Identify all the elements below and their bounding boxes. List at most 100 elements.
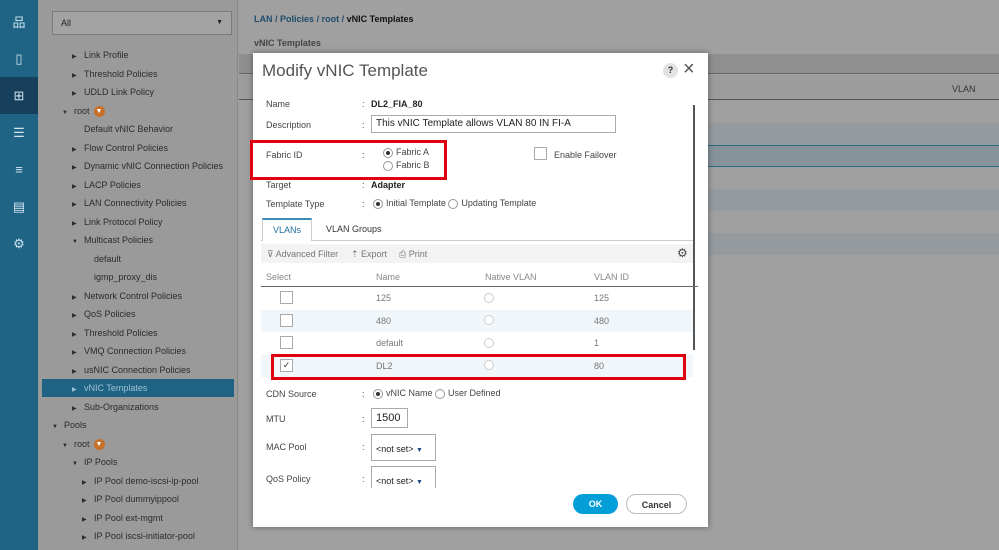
initial-template-radio[interactable]: Initial Template: [373, 198, 446, 209]
caret-down-icon[interactable]: ▼: [62, 104, 74, 122]
native-vlan-radio[interactable]: [484, 315, 497, 326]
nav-tree-item[interactable]: ▶ IP Pool iscsi-initiator-pool: [82, 527, 195, 545]
vlan-table-row[interactable]: 480 480: [261, 309, 693, 332]
caret-right-icon[interactable]: ▶: [72, 196, 84, 214]
nav-tree-item[interactable]: ▶ Link Protocol Policy: [72, 213, 163, 231]
row-select-checkbox[interactable]: [280, 313, 293, 327]
enable-failover-checkbox[interactable]: [534, 147, 547, 160]
nav-filter-select[interactable]: All ▼: [52, 11, 232, 35]
dialog-scrollbar[interactable]: [693, 105, 695, 350]
help-icon[interactable]: ?: [663, 63, 678, 78]
print-button[interactable]: ⎙ Print: [399, 249, 427, 260]
nav-tree-item[interactable]: ▶ Threshold Policies: [72, 324, 158, 342]
breadcrumb-policies[interactable]: Policies: [280, 14, 314, 24]
caret-right-icon[interactable]: ▶: [72, 48, 84, 66]
caret-right-icon[interactable]: ▶: [72, 307, 84, 325]
nav-tree-item[interactable]: Default vNIC Behavior: [72, 120, 173, 138]
native-vlan-radio[interactable]: [484, 292, 497, 303]
row-select-checkbox[interactable]: [280, 291, 293, 304]
nav-tree-item[interactable]: ▼ Pools: [52, 416, 87, 434]
mac-pool-select[interactable]: <not set> ▼: [371, 434, 436, 461]
nav-tree-item[interactable]: ▶ QoS Policies: [72, 305, 136, 323]
network-topology-icon[interactable]: 品: [0, 3, 38, 40]
nav-tree-item[interactable]: ▶ LACP Policies: [72, 176, 141, 194]
nav-tree-item[interactable]: ▶ Link Profile: [72, 46, 129, 64]
nav-tree-item[interactable]: ▶ IP Pool demo-iscsi-ip-pool: [82, 472, 198, 490]
lan-icon[interactable]: ⊞: [0, 77, 38, 114]
caret-right-icon[interactable]: ▶: [82, 492, 94, 510]
caret-right-icon[interactable]: ▶: [82, 529, 94, 547]
caret-right-icon[interactable]: ▶: [72, 344, 84, 362]
col-native-vlan[interactable]: Native VLAN: [485, 272, 537, 282]
caret-right-icon[interactable]: ▶: [72, 400, 84, 418]
nav-tree-item[interactable]: ▶ IP Pool ext-mgmt: [82, 509, 163, 527]
vlan-table-row[interactable]: 125 125: [261, 287, 693, 309]
nav-tree-item[interactable]: ▶ Threshold Policies: [72, 65, 158, 83]
caret-right-icon[interactable]: ▶: [82, 474, 94, 492]
nav-tree-item[interactable]: igmp_proxy_dis: [82, 268, 157, 286]
native-vlan-radio[interactable]: [484, 337, 497, 348]
nav-tree-item[interactable]: ▶ Sub-Organizations: [72, 398, 159, 416]
nav-tree-item[interactable]: ▶ Dynamic vNIC Connection Policies: [72, 157, 223, 175]
nav-tree-item[interactable]: ▶ VMQ Connection Policies: [72, 342, 186, 360]
nav-tree-item[interactable]: ▼ root ▼: [62, 102, 105, 120]
server-icon[interactable]: ▯: [0, 40, 38, 77]
caret-down-icon[interactable]: ▼: [72, 233, 84, 251]
bg-table-row-selected[interactable]: [708, 145, 999, 167]
nav-tree-item[interactable]: ▼ root ▼: [62, 435, 105, 453]
caret-down-icon[interactable]: ▼: [52, 418, 64, 436]
nav-tree-item[interactable]: ▶ Network Control Policies: [72, 287, 182, 305]
cancel-button[interactable]: Cancel: [626, 494, 687, 514]
storage-icon[interactable]: ☰: [0, 114, 38, 151]
nav-tree-item[interactable]: ▶ Flow Control Policies: [72, 139, 168, 157]
caret-right-icon[interactable]: ▶: [72, 141, 84, 159]
nav-tree-item[interactable]: ▼ Multicast Policies: [72, 231, 153, 249]
vnic-name-radio[interactable]: vNIC Name: [373, 388, 433, 399]
caret-down-icon[interactable]: ▼: [72, 455, 84, 473]
description-input[interactable]: This vNIC Template allows VLAN 80 IN FI-…: [371, 115, 616, 133]
advanced-filter-button[interactable]: ⊽ Advanced Filter: [267, 249, 338, 260]
nav-tree-item[interactable]: ▶ IP Pool dummyippool: [82, 490, 179, 508]
caret-right-icon[interactable]: ▶: [72, 289, 84, 307]
list-icon[interactable]: ▤: [0, 188, 38, 225]
col-vlan-id[interactable]: VLAN ID: [594, 272, 629, 282]
admin-icon[interactable]: ⚙: [0, 225, 38, 262]
updating-template-radio[interactable]: Updating Template: [448, 198, 536, 209]
qos-policy-select[interactable]: <not set> ▼: [371, 466, 436, 488]
export-button[interactable]: ⇡ Export: [351, 249, 387, 260]
caret-right-icon[interactable]: ▶: [82, 511, 94, 529]
caret-down-icon[interactable]: ▼: [62, 437, 74, 455]
caret-right-icon[interactable]: ▶: [72, 67, 84, 85]
nav-tree-item[interactable]: ▶ vNIC Templates: [42, 379, 234, 397]
mtu-input[interactable]: 1500: [371, 408, 408, 428]
bg-table-row[interactable]: [708, 189, 999, 211]
vlan-table-row[interactable]: default 1: [261, 332, 693, 354]
bg-table-row[interactable]: [708, 123, 999, 145]
user-defined-radio[interactable]: User Defined: [435, 388, 501, 399]
caret-right-icon[interactable]: ▶: [72, 363, 84, 381]
chassis-icon[interactable]: ≡: [0, 151, 38, 188]
nav-tree-item[interactable]: ▶ UDLD Link Policy: [72, 83, 154, 101]
caret-right-icon[interactable]: ▶: [72, 381, 84, 399]
breadcrumb-root[interactable]: root: [322, 14, 340, 24]
bg-table-row[interactable]: [708, 233, 999, 255]
row-select-checkbox[interactable]: [280, 336, 293, 349]
nav-tree-item[interactable]: ▼ IP Pools: [72, 453, 117, 471]
col-select[interactable]: Select: [266, 272, 291, 282]
caret-right-icon[interactable]: ▶: [72, 215, 84, 233]
caret-right-icon[interactable]: ▶: [72, 326, 84, 344]
breadcrumb-lan[interactable]: LAN: [254, 14, 273, 24]
gear-icon[interactable]: ⚙: [677, 246, 688, 260]
caret-right-icon[interactable]: ▶: [72, 159, 84, 177]
ok-button[interactable]: OK: [573, 494, 618, 514]
caret-right-icon[interactable]: ▶: [72, 178, 84, 196]
breadcrumb-current: vNIC Templates: [346, 14, 414, 24]
close-icon[interactable]: ×: [683, 58, 695, 81]
tab-vlans[interactable]: VLANs: [262, 218, 312, 241]
nav-tree-item[interactable]: ▶ LAN Connectivity Policies: [72, 194, 187, 212]
nav-tree-item[interactable]: default: [82, 250, 121, 268]
nav-tree-item[interactable]: ▶ usNIC Connection Policies: [72, 361, 191, 379]
col-name[interactable]: Name: [376, 272, 400, 282]
tab-vlan-groups[interactable]: VLAN Groups: [326, 224, 382, 234]
caret-right-icon[interactable]: ▶: [72, 85, 84, 103]
